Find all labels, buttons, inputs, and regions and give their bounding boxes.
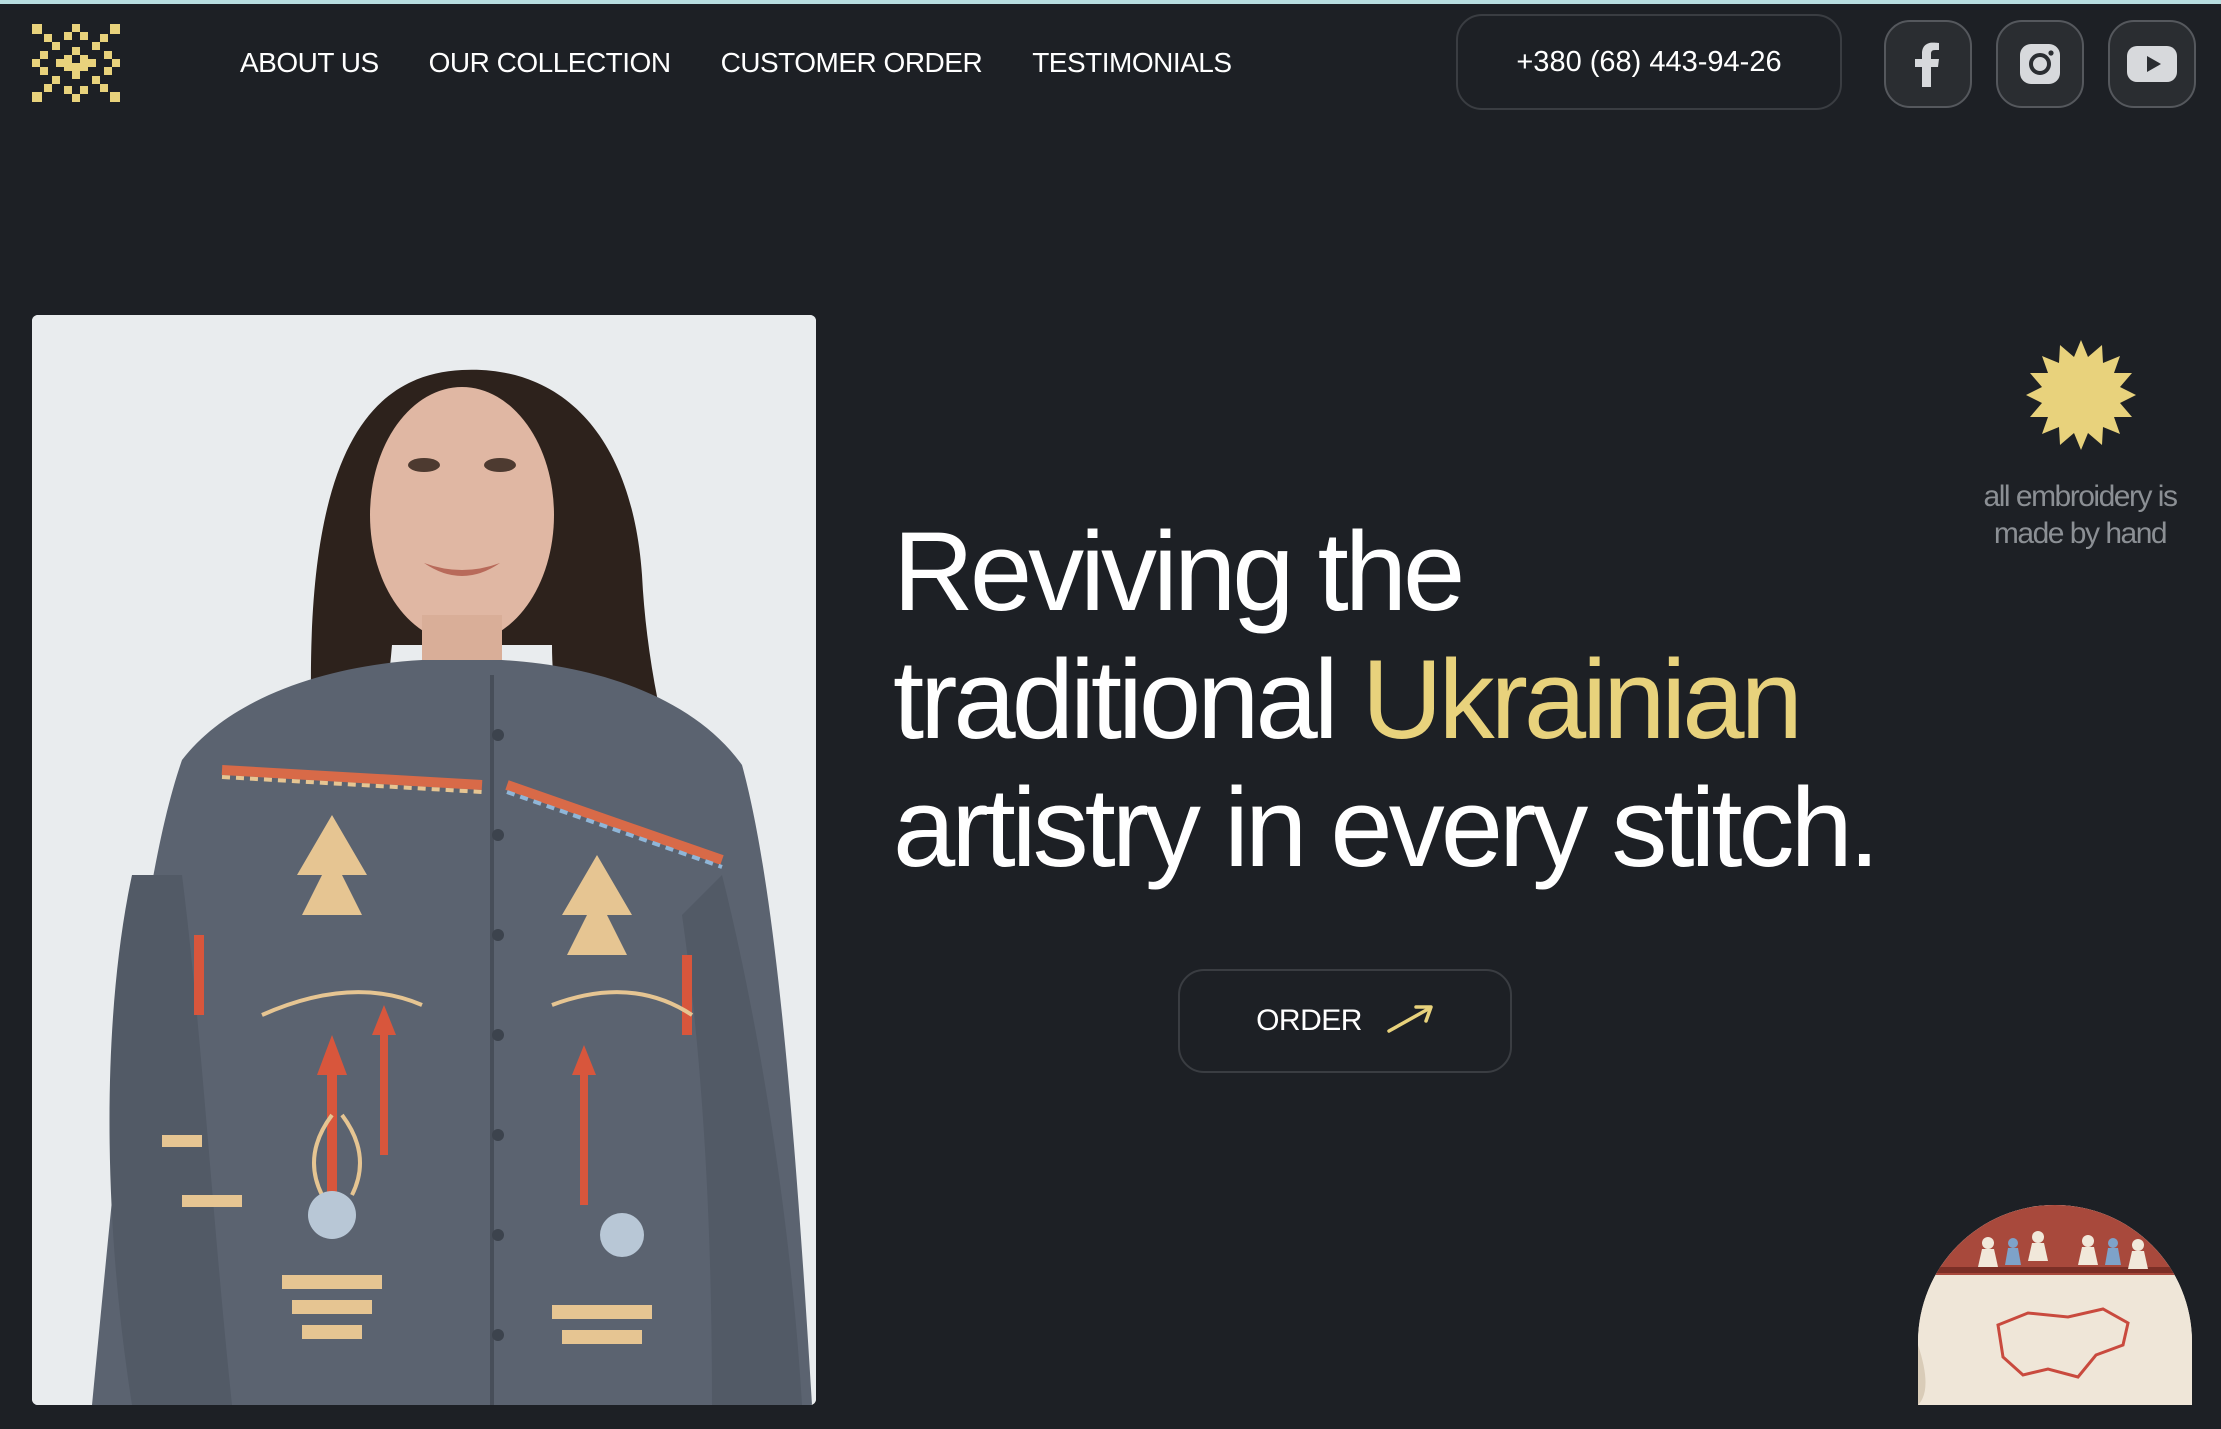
nav-about-us[interactable]: ABOUT US bbox=[240, 46, 379, 80]
instagram-button[interactable] bbox=[1996, 20, 2084, 108]
phone-number: +380 (68) 443-94-26 bbox=[1516, 45, 1782, 78]
handmade-badge-text: all embroidery is made by hand bbox=[1950, 478, 2210, 552]
badge-text-line-1: all embroidery is bbox=[1983, 480, 2178, 513]
instagram-icon bbox=[2017, 41, 2063, 87]
nav-our-collection[interactable]: OUR COLLECTION bbox=[429, 46, 671, 80]
arrow-up-right-icon bbox=[1386, 1003, 1434, 1040]
headline-line-1: Reviving the bbox=[893, 509, 1465, 634]
youtube-icon bbox=[2126, 45, 2178, 83]
order-button-label: ORDER bbox=[1256, 1004, 1362, 1037]
sun-star-badge-icon bbox=[2026, 340, 2136, 450]
hero-headline: Reviving the traditional Ukrainian artis… bbox=[893, 508, 2013, 892]
youtube-button[interactable] bbox=[2108, 20, 2196, 108]
embroidery-ornament-logo[interactable] bbox=[32, 24, 120, 102]
nav-testimonials[interactable]: TESTIMONIALS bbox=[1032, 46, 1232, 80]
order-button[interactable]: ORDER bbox=[1178, 969, 1512, 1073]
top-accent-strip bbox=[0, 0, 2221, 4]
nav-customer-order[interactable]: CUSTOMER ORDER bbox=[721, 46, 983, 80]
model-in-embroidered-shirt-photo bbox=[32, 315, 816, 1405]
facebook-button[interactable] bbox=[1884, 20, 1972, 108]
embroidered-ukraine-map-thumbnail[interactable] bbox=[1918, 1205, 2192, 1405]
facebook-icon bbox=[1908, 41, 1948, 87]
headline-line-3: artistry in every stitch. bbox=[893, 765, 1880, 890]
main-nav: ABOUT US OUR COLLECTION CUSTOMER ORDER T… bbox=[240, 46, 1232, 80]
phone-button[interactable]: +380 (68) 443-94-26 bbox=[1456, 14, 1842, 110]
headline-accent-ukrainian: Ukrainian bbox=[1361, 637, 1803, 762]
headline-line-2: traditional bbox=[893, 637, 1362, 762]
badge-text-line-2: made by hand bbox=[1993, 517, 2168, 550]
